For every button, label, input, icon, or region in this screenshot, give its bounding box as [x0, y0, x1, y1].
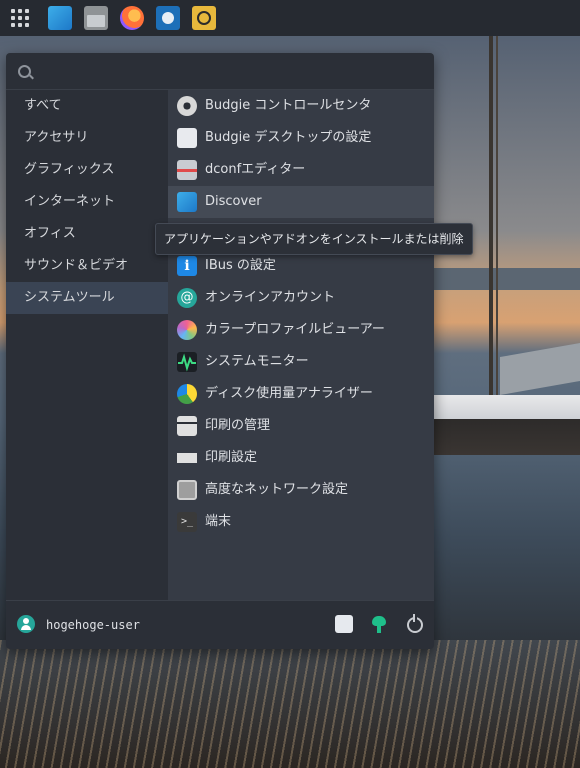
discover-launcher-icon[interactable] — [48, 6, 72, 30]
category-all[interactable]: すべて — [6, 90, 168, 122]
print-manager-icon — [177, 416, 197, 436]
top-panel — [0, 0, 580, 36]
ibus-info-icon: i — [177, 256, 197, 276]
settings-icon[interactable] — [335, 615, 353, 633]
app-list: Budgie コントロールセンタ Budgie デスクトップの設定 dconfエ… — [168, 90, 434, 600]
disk-usage-icon — [177, 384, 197, 404]
category-system-tools[interactable]: システムツール — [6, 282, 168, 314]
wallpaper-mast-rigging — [496, 36, 498, 396]
search-input[interactable] — [40, 59, 424, 85]
category-internet[interactable]: インターネット — [6, 186, 168, 218]
username-label: hogehoge-user — [46, 618, 140, 632]
network-icon — [177, 480, 197, 500]
category-list: すべて アクセサリ グラフィックス インターネット オフィス サウンド＆ビデオ … — [6, 90, 168, 600]
app-item-disk-usage-analyzer[interactable]: ディスク使用量アナライザー — [168, 378, 434, 410]
app-item-dconf-editor[interactable]: dconfエディター — [168, 154, 434, 186]
online-accounts-icon: @ — [177, 288, 197, 308]
menu-footer: hogehoge-user — [6, 600, 434, 650]
color-profile-icon — [177, 320, 197, 340]
category-office[interactable]: オフィス — [6, 218, 168, 250]
wallpaper-boat-hull — [434, 395, 580, 455]
category-accessories[interactable]: アクセサリ — [6, 122, 168, 154]
printer-icon — [177, 448, 197, 468]
dconf-editor-icon — [177, 160, 197, 180]
app-item-online-accounts[interactable]: @ オンラインアカウント — [168, 282, 434, 314]
wallpaper-reeds — [0, 640, 580, 768]
app-item-system-monitor[interactable]: システムモニター — [168, 346, 434, 378]
app-item-terminal[interactable]: >_ 端末 — [168, 506, 434, 538]
app-item-print-manager[interactable]: 印刷の管理 — [168, 410, 434, 442]
wallpaper-sail — [500, 342, 580, 396]
wallpaper-mast — [489, 36, 493, 406]
app-item-budgie-control-center[interactable]: Budgie コントロールセンタ — [168, 90, 434, 122]
app-item-printer-settings[interactable]: 印刷設定 — [168, 442, 434, 474]
app-item-discover[interactable]: Discover — [168, 186, 434, 218]
app-item-advanced-network[interactable]: 高度なネットワーク設定 — [168, 474, 434, 506]
firefox-launcher-icon[interactable] — [120, 6, 144, 30]
discover-icon — [177, 192, 197, 212]
speaker-launcher-icon[interactable] — [192, 6, 216, 30]
system-monitor-icon — [177, 352, 197, 372]
files-launcher-icon[interactable] — [84, 6, 108, 30]
category-sound-video[interactable]: サウンド＆ビデオ — [6, 250, 168, 282]
discover-tooltip: アプリケーションやアドオンをインストールまたは削除 — [155, 223, 473, 255]
app-item-budgie-desktop-settings[interactable]: Budgie デスクトップの設定 — [168, 122, 434, 154]
wallpaper-shoreline — [434, 268, 580, 290]
desktop-settings-icon — [177, 128, 197, 148]
search-icon — [18, 65, 31, 78]
terminal-icon: >_ — [177, 512, 197, 532]
app-menu-button[interactable] — [4, 2, 36, 34]
search-bar — [6, 53, 434, 90]
power-icon[interactable] — [407, 614, 423, 633]
category-graphics[interactable]: グラフィックス — [6, 154, 168, 186]
gear-icon — [177, 96, 197, 116]
application-menu: すべて アクセサリ グラフィックス インターネット オフィス サウンド＆ビデオ … — [6, 53, 434, 649]
lock-icon[interactable] — [370, 615, 388, 633]
monitor-launcher-icon[interactable] — [156, 6, 180, 30]
app-item-color-profile-viewer[interactable]: カラープロファイルビューアー — [168, 314, 434, 346]
user-avatar-icon[interactable] — [17, 615, 35, 633]
